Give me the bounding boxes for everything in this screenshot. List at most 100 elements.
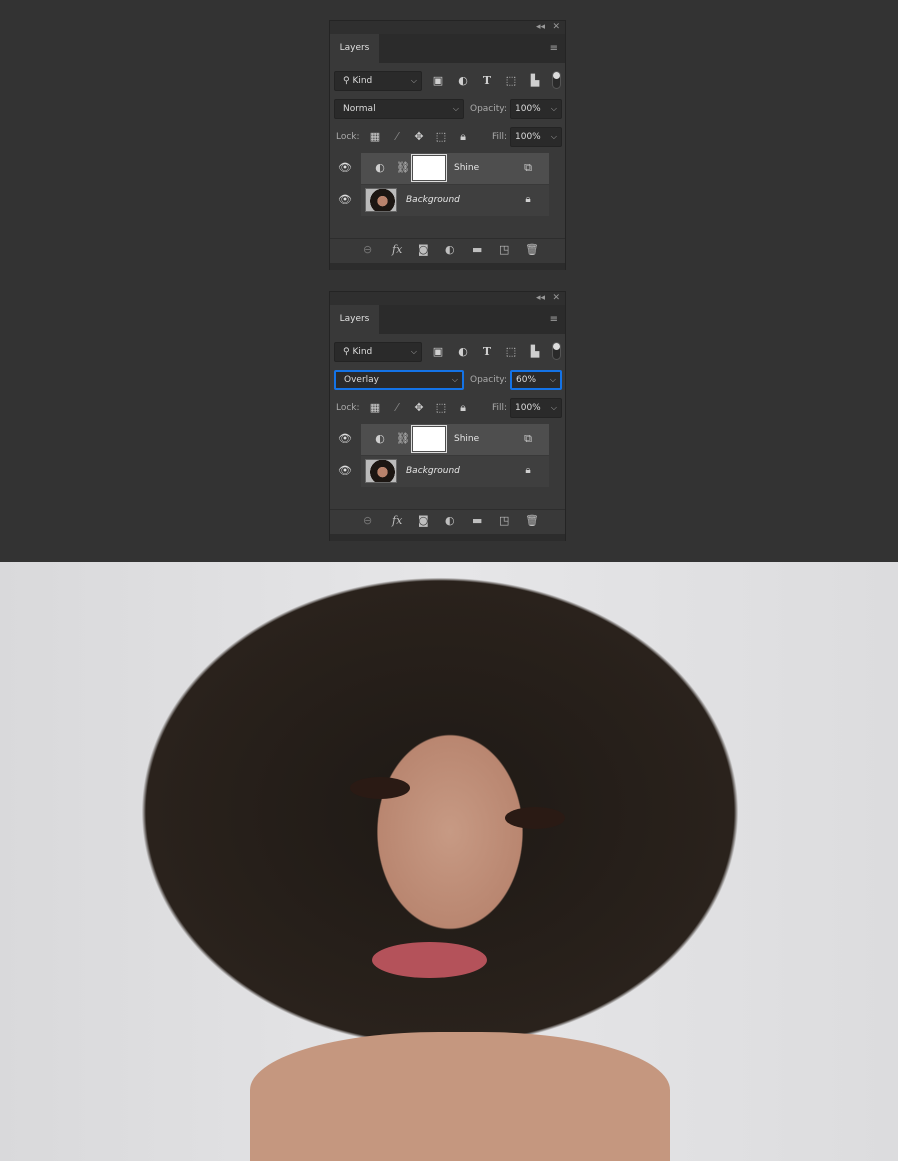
panel-menu-icon[interactable]: ≡ <box>550 314 558 325</box>
lock-transparent-icon[interactable]: ▦ <box>368 127 382 147</box>
layer-row-shine[interactable]: ◐ ⛓︎ Shine ⧉ <box>361 424 549 455</box>
smart-object-filter-icon[interactable]: ▙ <box>528 71 542 91</box>
lock-position-icon[interactable]: ✥ <box>412 127 426 147</box>
new-adjustment-icon[interactable]: ◐ <box>445 514 455 527</box>
lock-paint-brush-icon[interactable]: ⁄ <box>390 398 404 418</box>
shape-filter-icon[interactable]: ⬚ <box>504 71 518 91</box>
tab-layers[interactable]: Layers <box>330 34 379 63</box>
opacity-input[interactable]: 60% ⌵ <box>510 370 562 390</box>
lock-position-icon[interactable]: ✥ <box>412 398 426 418</box>
blend-mode-value: Overlay <box>344 375 379 385</box>
chevron-down-icon: ⌵ <box>451 375 458 384</box>
lock-label: Lock: <box>336 403 360 413</box>
type-filter-icon[interactable]: T <box>480 71 494 91</box>
adjustment-filter-icon[interactable]: ◐ <box>456 71 470 91</box>
image-filter-icon[interactable]: ▣ <box>431 71 445 91</box>
chain-link-icon[interactable]: ⛓︎ <box>396 158 410 178</box>
layer-name[interactable]: Background <box>406 185 460 216</box>
chain-link-icon[interactable]: ⛓︎ <box>396 429 410 449</box>
fill-input[interactable]: 100% ⌵ <box>510 398 562 418</box>
fill-value: 100% <box>515 132 541 142</box>
filter-kind-select[interactable]: ⚲ Kind ⌵ <box>334 71 422 91</box>
chevron-down-icon[interactable]: ⌵ <box>550 372 556 388</box>
smart-object-filter-icon[interactable]: ▙ <box>528 342 542 362</box>
link-layers-icon[interactable]: ⊖ <box>363 243 372 256</box>
resize-grip[interactable] <box>330 534 565 541</box>
blend-mode-value: Normal <box>343 104 376 114</box>
close-icon[interactable]: ✕ <box>552 21 560 34</box>
visibility-eye-icon[interactable]: 👁︎ <box>338 432 352 445</box>
filter-kind-value: Kind <box>352 76 373 86</box>
visibility-eye-icon[interactable]: 👁︎ <box>338 193 352 206</box>
new-layer-icon[interactable]: ◳ <box>499 243 509 256</box>
trash-icon[interactable]: 🗑︎ <box>525 243 539 256</box>
layers-panel: ◂◂ ✕ Layers ≡ ⚲ Kind ⌵ ▣ ◐ T ⬚ ▙ Overlay ⌵… <box>329 291 566 541</box>
layer-name[interactable]: Shine <box>454 424 479 455</box>
lock-all-icon[interactable]: 🔒︎ <box>456 398 470 418</box>
clipping-mask-icon: ⧉ <box>524 161 532 174</box>
visibility-eye-icon[interactable]: 👁︎ <box>338 161 352 174</box>
new-layer-icon[interactable]: ◳ <box>499 514 509 527</box>
lock-all-icon[interactable]: 🔒︎ <box>456 127 470 147</box>
type-filter-icon[interactable]: T <box>480 342 494 362</box>
add-mask-icon[interactable]: ◙ <box>418 514 429 527</box>
panel-header: ◂◂ ✕ <box>330 21 565 34</box>
tab-row: Layers ≡ <box>330 305 565 334</box>
lock-artboard-icon[interactable]: ⬚ <box>434 398 448 418</box>
resize-grip[interactable] <box>330 263 565 270</box>
collapse-icon[interactable]: ◂◂ <box>536 292 545 305</box>
layers-toolbar: ⊖ fx ◙ ◐ ▬ ◳ 🗑︎ <box>330 238 565 263</box>
chevron-down-icon[interactable]: ⌵ <box>551 100 557 118</box>
filter-kind-select[interactable]: ⚲ Kind ⌵ <box>334 342 422 362</box>
chevron-down-icon[interactable]: ⌵ <box>551 128 557 146</box>
opacity-value: 60% <box>516 375 537 385</box>
layer-name[interactable]: Shine <box>454 153 479 184</box>
filter-kind-value: Kind <box>352 347 373 357</box>
blend-mode-select[interactable]: Normal ⌵ <box>334 99 464 119</box>
adjustment-filter-icon[interactable]: ◐ <box>456 342 470 362</box>
image-filter-icon[interactable]: ▣ <box>431 342 445 362</box>
lock-icon: 🔒︎ <box>525 465 531 476</box>
layer-mask-thumbnail[interactable] <box>411 154 447 182</box>
layer-row-background[interactable]: Background 🔒︎ <box>361 456 549 487</box>
lock-label: Lock: <box>336 132 360 142</box>
close-icon[interactable]: ✕ <box>552 292 560 305</box>
panel-menu-icon[interactable]: ≡ <box>550 43 558 54</box>
folder-icon[interactable]: ▬ <box>472 243 482 256</box>
filter-toggle[interactable] <box>552 71 561 89</box>
eye-right <box>505 807 565 829</box>
filter-toggle[interactable] <box>552 342 561 360</box>
lock-paint-brush-icon[interactable]: ⁄ <box>390 127 404 147</box>
shape-filter-icon[interactable]: ⬚ <box>504 342 518 362</box>
fx-icon[interactable]: fx <box>392 243 402 256</box>
clipping-mask-icon: ⧉ <box>524 432 532 445</box>
layer-thumbnail <box>365 459 397 483</box>
add-mask-icon[interactable]: ◙ <box>418 243 429 256</box>
fill-label: Fill: <box>492 403 508 413</box>
lock-artboard-icon[interactable]: ⬚ <box>434 127 448 147</box>
layer-row-background[interactable]: Background 🔒︎ <box>361 185 549 216</box>
layer-name[interactable]: Background <box>406 456 460 487</box>
tab-layers[interactable]: Layers <box>330 305 379 334</box>
fill-value: 100% <box>515 403 541 413</box>
collapse-icon[interactable]: ◂◂ <box>536 21 545 34</box>
fill-input[interactable]: 100% ⌵ <box>510 127 562 147</box>
fill-label: Fill: <box>492 132 508 142</box>
folder-icon[interactable]: ▬ <box>472 514 482 527</box>
opacity-input[interactable]: 100% ⌵ <box>510 99 562 119</box>
lips <box>372 942 487 978</box>
adjustment-layer-icon: ◐ <box>375 161 385 174</box>
eye-left <box>350 777 410 799</box>
layer-mask-thumbnail[interactable] <box>411 425 447 453</box>
visibility-eye-icon[interactable]: 👁︎ <box>338 464 352 477</box>
new-adjustment-icon[interactable]: ◐ <box>445 243 455 256</box>
trash-icon[interactable]: 🗑︎ <box>525 514 539 527</box>
link-layers-icon[interactable]: ⊖ <box>363 514 372 527</box>
lock-transparent-icon[interactable]: ▦ <box>368 398 382 418</box>
fx-icon[interactable]: fx <box>392 514 402 527</box>
opacity-label: Opacity: <box>470 375 507 385</box>
chevron-down-icon[interactable]: ⌵ <box>551 399 557 417</box>
chevron-down-icon: ⌵ <box>410 76 417 85</box>
layer-row-shine[interactable]: ◐ ⛓︎ Shine ⧉ <box>361 153 549 184</box>
blend-mode-select[interactable]: Overlay ⌵ <box>334 370 464 390</box>
